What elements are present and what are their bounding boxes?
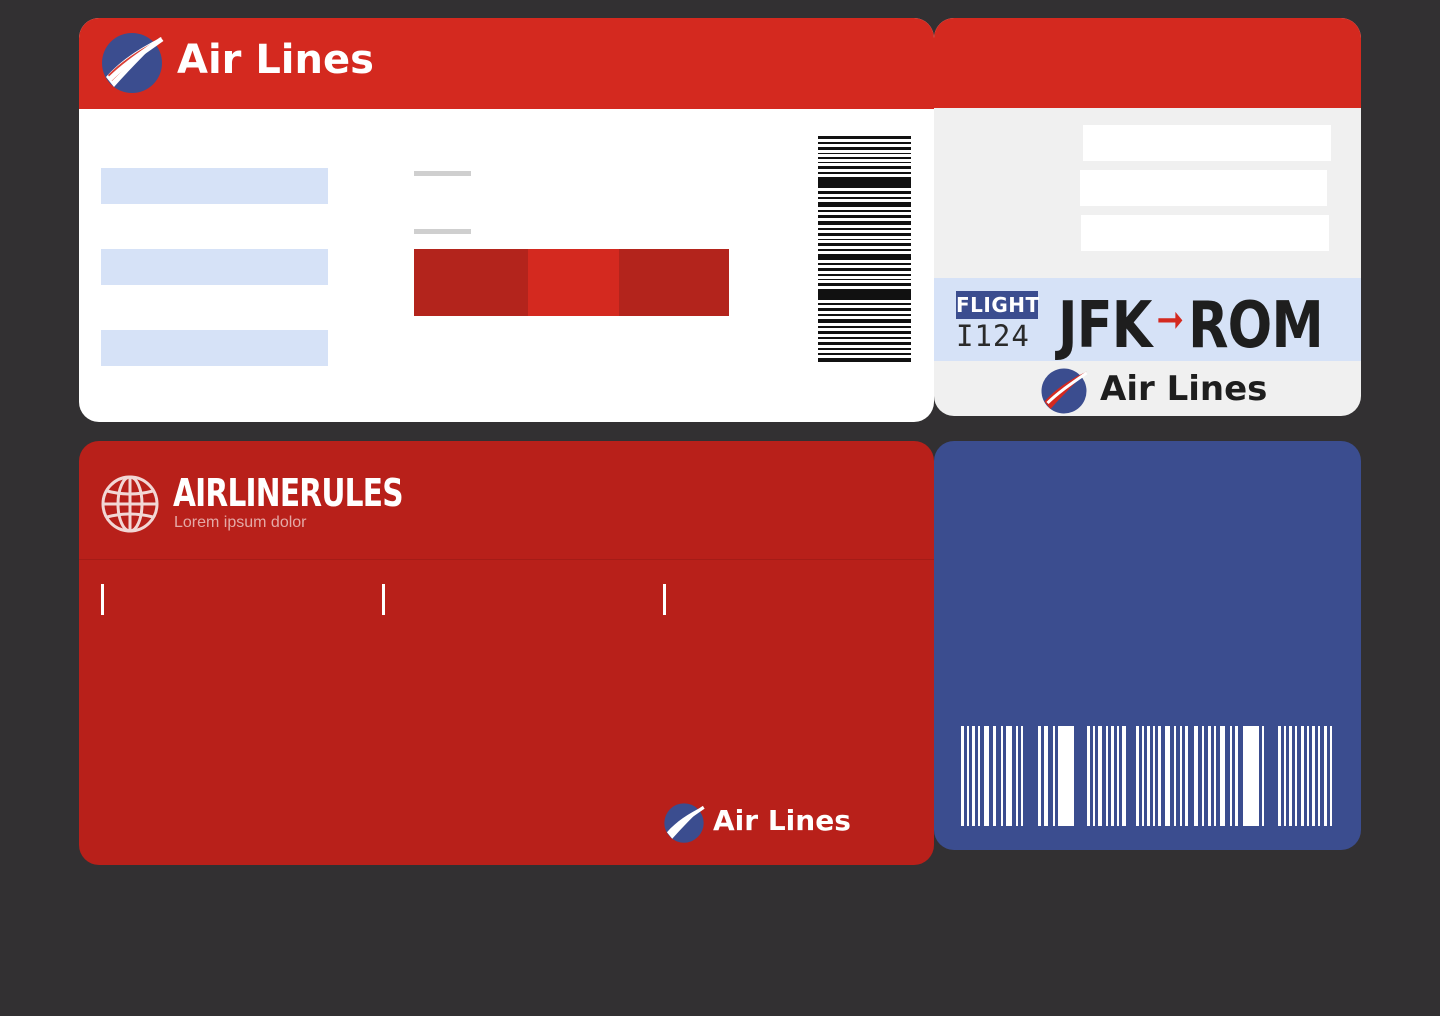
rules-subtitle: Lorem ipsum dolor — [174, 514, 307, 531]
airline-rules-card: AIRLINERULES Lorem ipsum dolor Air Lines — [79, 441, 934, 865]
swoosh-globe-icon — [102, 33, 164, 93]
route: JFK ➞ROM — [1058, 282, 1324, 363]
label-placeholder — [414, 171, 471, 176]
date-field — [101, 249, 328, 285]
flight-number: I124 — [956, 319, 1030, 353]
boarding-pass-front: Air Lines — [79, 18, 934, 422]
column-marker — [663, 584, 666, 615]
gate-block — [414, 249, 528, 316]
brand-name: Air Lines — [713, 804, 851, 837]
column-marker — [382, 584, 385, 615]
brand-name: Air Lines — [1100, 369, 1268, 409]
date-field — [1080, 170, 1327, 206]
seat-field — [1081, 215, 1329, 251]
flight-label: FLIGHT — [956, 291, 1040, 319]
barcode-icon — [961, 726, 1332, 826]
swoosh-globe-icon — [1041, 368, 1088, 414]
label-placeholder — [414, 229, 471, 234]
globe-icon — [101, 475, 159, 533]
brand-name: Air Lines — [177, 37, 374, 83]
boarding-block — [619, 249, 729, 316]
boarding-pass-back — [934, 441, 1361, 850]
header-band — [934, 18, 1361, 108]
barcode-icon — [818, 136, 911, 362]
boarding-pass-stub: FLIGHT I124 JFK ➞ROM Air Lines — [934, 18, 1361, 416]
swoosh-globe-icon — [664, 803, 705, 843]
name-field — [1083, 125, 1331, 161]
seat-field — [101, 330, 328, 366]
rules-title: AIRLINERULES — [173, 471, 404, 515]
destination-code: ROM — [1188, 289, 1324, 363]
column-marker — [101, 584, 104, 615]
origin-code: JFK — [1058, 289, 1152, 363]
passenger-field — [101, 168, 328, 204]
class-block — [528, 249, 619, 316]
arrow-right-icon: ➞ — [1156, 297, 1184, 343]
divider — [79, 559, 934, 560]
